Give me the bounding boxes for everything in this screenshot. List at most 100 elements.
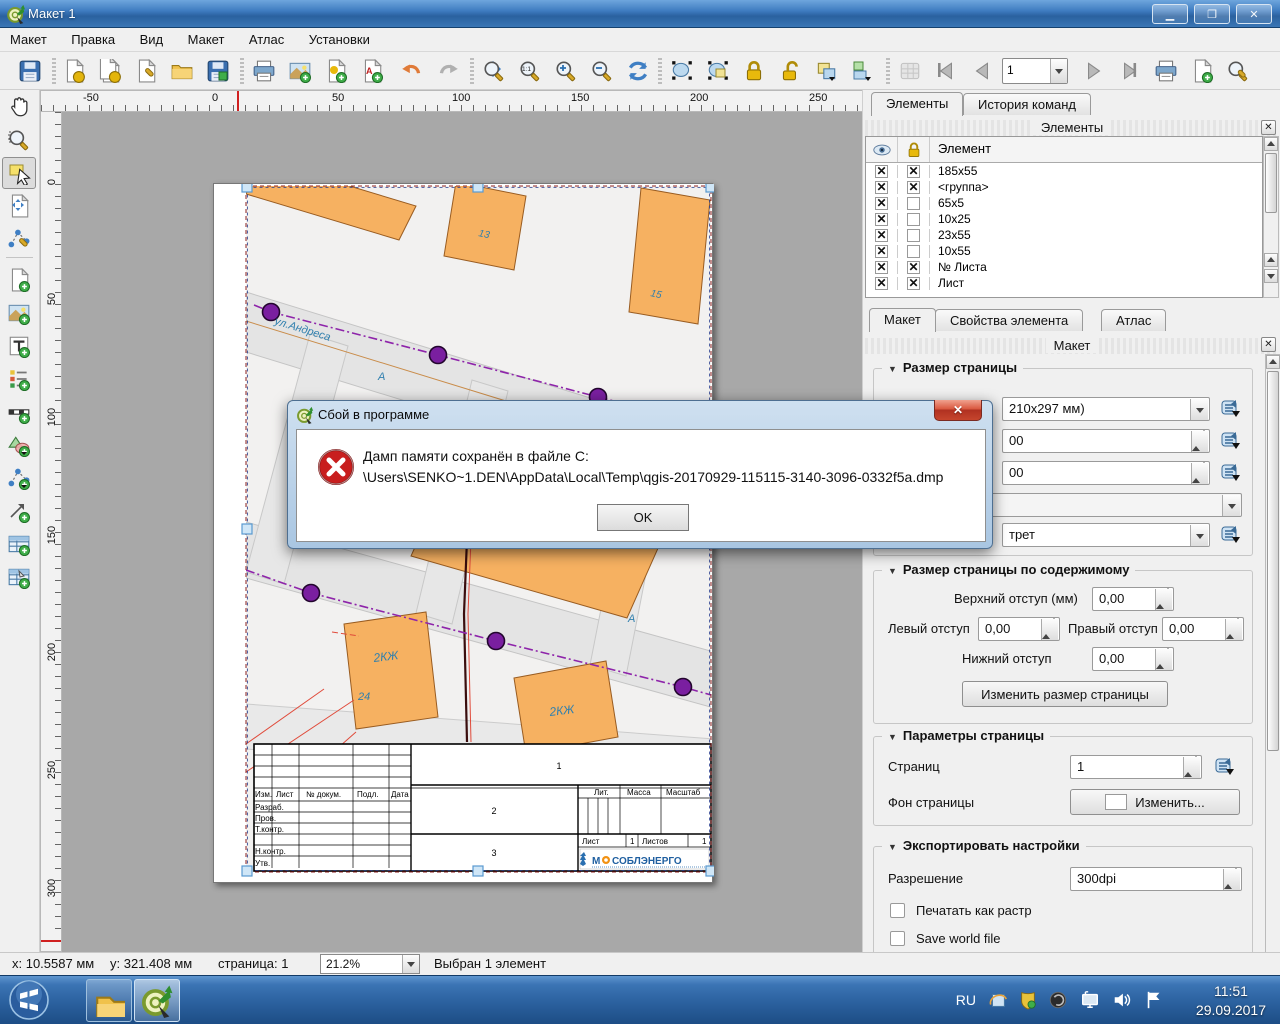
data-defined-override-button[interactable] [1218,429,1244,451]
atlas-page-combobox[interactable]: 1 [1002,58,1068,84]
volume-tray-icon[interactable] [1112,990,1132,1010]
move-content-tool-button[interactable] [2,190,36,222]
lock-checkbox[interactable] [907,229,920,242]
table-row[interactable]: <группа> [866,179,1262,195]
unlock-items-button[interactable] [774,56,806,86]
add-scalebar-button[interactable] [2,396,36,428]
lock-checkbox[interactable] [907,277,920,290]
tab-atlas[interactable]: Атлас [1101,309,1166,331]
pan-tool-button[interactable] [2,91,36,123]
visibility-checkbox[interactable] [875,245,888,258]
spin-buttons[interactable] [1223,869,1240,891]
windows-update-tray-icon[interactable] [988,990,1008,1010]
add-label-button[interactable] [2,330,36,362]
bottom-margin-spinbox[interactable]: 0,00 [1092,647,1174,671]
layout-panel-scrollbar[interactable] [1265,354,1280,1024]
tab-elements[interactable]: Элементы [871,92,963,116]
export-image-button[interactable] [284,56,316,86]
visibility-checkbox[interactable] [875,165,888,178]
top-margin-spinbox[interactable]: 0,00 [1092,587,1174,611]
resolution-spinbox[interactable]: 300dpi [1070,867,1242,891]
duplicate-composition-button[interactable] [94,56,126,86]
right-margin-spinbox[interactable]: 0,00 [1162,617,1244,641]
menu-settings[interactable]: Установки [299,28,380,51]
restore-button[interactable]: ❐ [1194,4,1230,24]
move-item-content-button[interactable] [702,56,734,86]
visibility-checkbox[interactable] [875,181,888,194]
table-row[interactable]: Лист [866,275,1262,291]
orientation-combobox[interactable]: трет [1002,523,1210,547]
left-margin-spinbox[interactable]: 0,00 [978,617,1060,641]
pages-spinbox[interactable]: 1 [1070,755,1202,779]
zoom-actual-button[interactable]: 1:1 [514,56,546,86]
data-defined-override-button[interactable] [1218,461,1244,483]
select-move-item-button[interactable] [666,56,698,86]
data-defined-override-button[interactable] [1212,755,1238,777]
app-tray-icon[interactable] [1048,990,1068,1010]
taskbar-qgis-button[interactable] [134,979,180,1022]
chevron-down-icon[interactable] [402,955,419,973]
chevron-down-icon[interactable] [1190,399,1208,421]
scrollbar-thumb[interactable] [1267,371,1279,751]
menu-layout[interactable]: Макет [0,28,57,51]
lock-checkbox[interactable] [907,165,920,178]
atlas-first-button[interactable] [930,56,962,86]
scroll-up-button[interactable] [1264,253,1278,267]
language-indicator[interactable]: RU [956,992,976,1008]
menu-edit[interactable]: Правка [61,28,125,51]
lock-checkbox[interactable] [907,213,920,226]
edit-nodes-tool-button[interactable] [2,223,36,255]
zoom-tool-button[interactable] [2,124,36,156]
spin-buttons[interactable] [1155,589,1172,611]
atlas-previous-button[interactable] [966,56,998,86]
undo-button[interactable] [396,56,428,86]
add-image-button[interactable] [2,297,36,329]
spin-buttons[interactable] [1041,619,1058,641]
scroll-down-button[interactable] [1264,269,1278,283]
menu-view[interactable]: Вид [130,28,174,51]
save-world-file-checkbox[interactable] [890,931,905,946]
network-tray-icon[interactable] [1080,990,1100,1010]
zoom-in-button[interactable] [550,56,582,86]
clock[interactable]: 11:51 29.09.2017 [1196,982,1266,1020]
add-attribute-table-button[interactable] [2,528,36,560]
zoom-level-combobox[interactable]: 21.2% [320,954,420,974]
lock-checkbox[interactable] [907,261,920,274]
redo-button[interactable] [432,56,464,86]
atlas-settings-button[interactable] [1222,56,1254,86]
atlas-print-button[interactable] [1150,56,1182,86]
menu-atlas[interactable]: Атлас [239,28,294,51]
atlas-last-button[interactable] [1114,56,1146,86]
add-arrow-button[interactable] [2,495,36,527]
spin-buttons[interactable] [1191,431,1208,453]
lock-checkbox[interactable] [907,245,920,258]
security-shield-tray-icon[interactable] [1018,990,1038,1010]
close-panel-button[interactable]: ✕ [1261,337,1276,352]
table-row[interactable]: 10x55 [866,243,1262,259]
minimize-button[interactable]: ▁ [1152,4,1188,24]
add-shape-button[interactable] [2,429,36,461]
page-height-spinbox[interactable]: 00 [1002,461,1210,485]
add-map-button[interactable] [2,264,36,296]
dialog-close-button[interactable]: ✕ [934,400,982,421]
spin-buttons[interactable] [1155,649,1172,671]
chevron-down-icon[interactable] [1222,495,1240,517]
tab-command-history[interactable]: История команд [963,93,1091,115]
align-items-button[interactable] [846,56,878,86]
tab-item-properties[interactable]: Свойства элемента [935,309,1083,331]
load-template-button[interactable] [166,56,198,86]
visibility-checkbox[interactable] [875,197,888,210]
visibility-checkbox[interactable] [875,213,888,226]
group-items-button[interactable] [810,56,842,86]
table-row[interactable]: 23x55 [866,227,1262,243]
action-center-flag-icon[interactable] [1144,990,1164,1010]
elements-scrollbar[interactable] [1263,136,1279,298]
add-nodes-shape-button[interactable] [2,462,36,494]
select-move-item-tool-button[interactable] [2,157,36,189]
table-row[interactable]: 10x25 [866,211,1262,227]
lock-checkbox[interactable] [907,181,920,194]
chevron-down-icon[interactable] [1050,59,1067,83]
composer-manager-button[interactable] [130,56,162,86]
close-button[interactable]: ✕ [1236,4,1272,24]
spin-buttons[interactable] [1183,757,1200,779]
